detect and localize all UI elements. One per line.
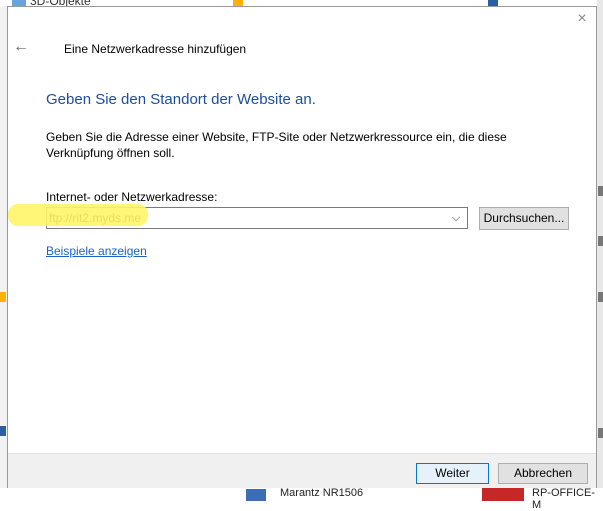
background-icon xyxy=(598,292,603,302)
browse-button[interactable]: Durchsuchen... xyxy=(479,207,569,230)
background-device-label: RP-OFFICE-M xyxy=(532,487,595,511)
printer-icon xyxy=(482,487,524,501)
device-icon xyxy=(246,489,266,501)
dialog-footer: Weiter Abbrechen xyxy=(8,453,596,488)
background-device-label: Marantz NR1506 xyxy=(280,487,364,499)
background-right-edge xyxy=(597,0,603,501)
background-icon xyxy=(0,426,6,436)
add-network-location-dialog: × ← Eine Netzwerkadresse hinzufügen Gebe… xyxy=(7,6,597,488)
back-arrow-icon[interactable]: ← xyxy=(13,39,29,55)
address-field-label: Internet- oder Netzwerkadresse: xyxy=(46,190,218,204)
background-icon xyxy=(598,236,603,246)
cancel-button[interactable]: Abbrechen xyxy=(498,463,588,484)
background-icon xyxy=(0,292,6,302)
show-examples-link[interactable]: Beispiele anzeigen xyxy=(46,244,147,258)
close-icon[interactable]: × xyxy=(574,11,590,27)
background-icon xyxy=(598,186,603,196)
page-heading: Geben Sie den Standort der Website an. xyxy=(46,91,316,108)
highlighter-mark xyxy=(8,204,148,226)
dialog-title: Eine Netzwerkadresse hinzufügen xyxy=(64,42,247,56)
background-icon xyxy=(598,428,603,438)
instructions-text: Geben Sie die Adresse einer Website, FTP… xyxy=(46,130,507,160)
next-button[interactable]: Weiter xyxy=(416,463,489,484)
chevron-down-icon[interactable]: ⌵ xyxy=(449,210,463,226)
